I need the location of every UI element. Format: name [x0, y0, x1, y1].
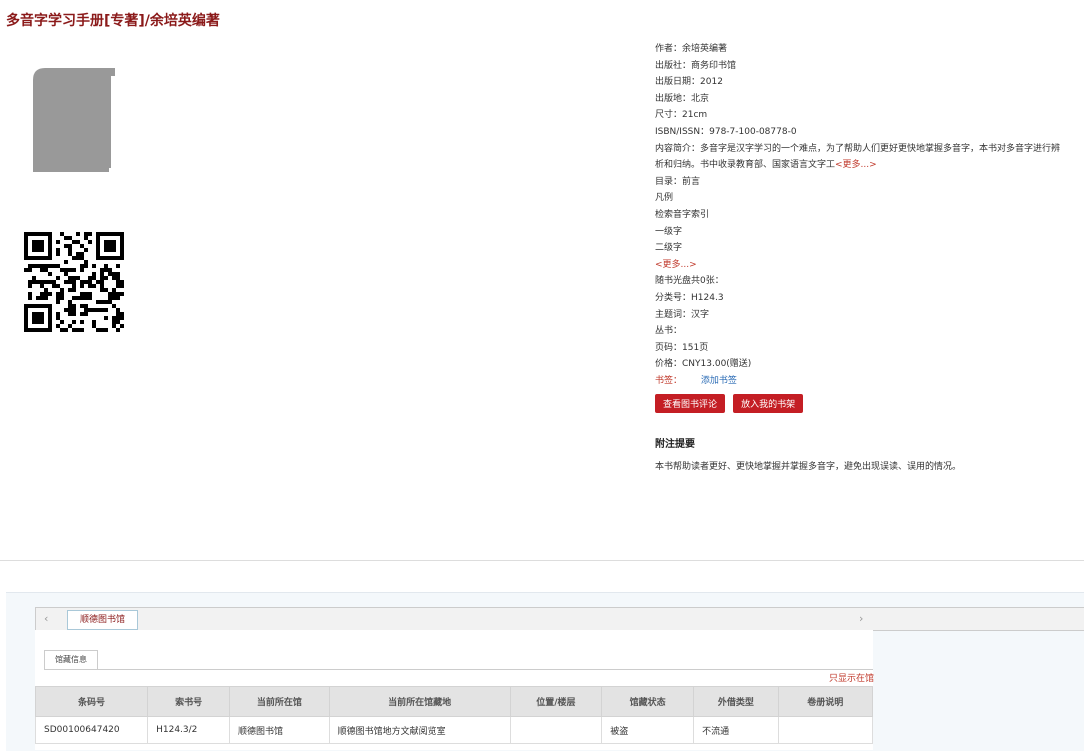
info-field: 价格：CNY13.00(赠送)	[655, 359, 752, 370]
table-cell: SD00100647420	[34, 716, 149, 744]
table-cell: 不流通	[693, 716, 779, 744]
info-field: 出版地：北京	[655, 93, 710, 104]
subtab-divider	[44, 669, 873, 670]
info-field: 丛书：	[655, 326, 683, 337]
info-field: 主题词：汉字	[655, 309, 710, 320]
table-cell: 顺德图书馆地方文献阅览室	[328, 716, 511, 744]
table-row: SD00100647420 H124.3/2 顺德图书馆 顺德图书馆地方文献阅览室 被盗…	[34, 716, 873, 744]
toc-more-link[interactable]: <更多...>	[655, 257, 1065, 274]
toc-first: 目录：前言	[655, 176, 701, 187]
info-field: 分类号：H124.3	[655, 292, 724, 303]
info-field: 出版日期：2012	[655, 77, 723, 88]
toc-item: 二级字	[655, 243, 683, 254]
note-title: 附注提要	[655, 439, 695, 450]
table-cell: 被盗	[601, 716, 695, 744]
tab-holdings-info[interactable]: 馆藏信息	[44, 650, 98, 669]
add-bookmark-link[interactable]: 添加书签	[701, 376, 737, 386]
divider	[0, 560, 1084, 561]
table-cell	[777, 716, 873, 744]
info-field: 尺寸：21cm	[655, 110, 708, 121]
table-cell	[509, 716, 603, 744]
chevron-left-icon[interactable]: ‹	[44, 612, 48, 625]
toc-item: 检索音字索引	[655, 209, 710, 220]
only-show-available-link[interactable]: 只显示在馆	[829, 671, 874, 684]
add-to-shelf-button[interactable]: 放入我的书架	[733, 394, 804, 413]
chevron-right-icon[interactable]: ›	[859, 612, 863, 625]
view-reviews-button[interactable]: 查看图书评论	[655, 394, 726, 413]
column-header: 外借类型	[693, 686, 779, 717]
info-field: 随书光盘共0张：	[655, 276, 724, 287]
toc-item: 一级字	[655, 226, 683, 237]
note-text: 本书帮助读者更好、更快地掌握并掌握多音字，避免出现误读、误用的情况。	[655, 462, 962, 472]
book-icon	[33, 68, 115, 172]
qr-code-icon	[24, 232, 124, 332]
column-header: 当前所在馆	[229, 686, 330, 717]
info-field: 出版社：商务印书馆	[655, 60, 737, 71]
bookmark-row: 书签： 添加书签	[655, 375, 737, 386]
info-field: 页码：151页	[655, 342, 709, 353]
column-header: 馆藏状态	[601, 686, 695, 717]
table-cell: 顺德图书馆	[229, 716, 330, 744]
summary-more-link[interactable]: <更多...>	[835, 160, 877, 170]
table-cell: H124.3/2	[147, 716, 231, 744]
column-header: 索书号	[147, 686, 231, 717]
action-buttons: 查看图书评论 放入我的书架	[655, 392, 806, 413]
toc-item: 凡例	[655, 193, 674, 204]
tab-library[interactable]: 顺德图书馆	[67, 610, 139, 630]
holdings-table: 条码号 索书号 当前所在馆 当前所在馆藏地 位置/楼层 馆藏状态 外借类型 卷册说明 SD00…	[34, 686, 873, 744]
column-header: 条码号	[34, 686, 149, 717]
page-title: 多音字学习手册[专著]/余培英编著	[6, 13, 220, 29]
summary: 内容简介：多音字是汉字学习的一个难点，为了帮助人们更好更快地掌握多音字，本书对多…	[655, 143, 1061, 171]
info-field: 作者：余培英编著	[655, 44, 728, 54]
library-tabbar: ‹ ›	[35, 607, 1084, 631]
column-header: 当前所在馆藏地	[328, 686, 511, 717]
column-header: 卷册说明	[777, 686, 873, 717]
book-info: 作者：余培英编著 出版社：商务印书馆 出版日期：2012 出版地：北京 尺寸：21cm I…	[655, 41, 1065, 389]
column-header: 位置/楼层	[509, 686, 603, 717]
info-field: ISBN/ISSN：978-7-100-08778-0	[655, 126, 797, 137]
